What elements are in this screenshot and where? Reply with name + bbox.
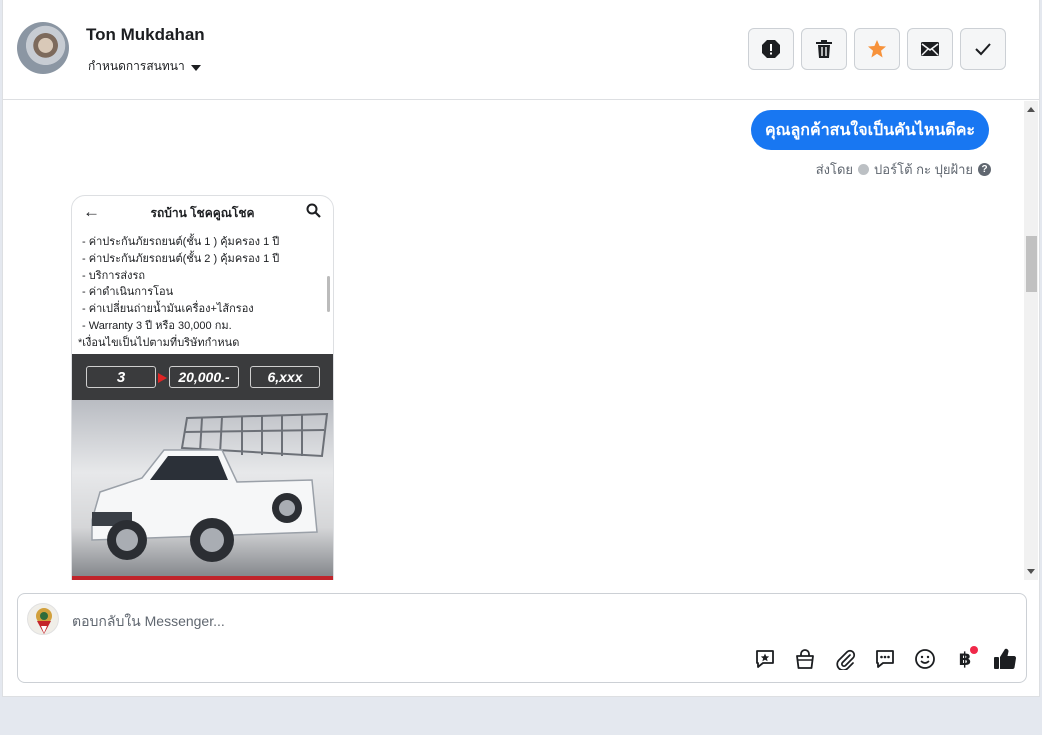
message-bubble[interactable]: คุณลูกค้าสนใจเป็นคันไหนดีคะ (750, 110, 989, 150)
arrow-right-icon (158, 373, 167, 383)
card-scrollbar (327, 276, 330, 312)
paperclip-icon (836, 649, 856, 670)
scroll-up-icon[interactable] (1027, 107, 1035, 112)
search-icon (306, 203, 321, 218)
message-thread[interactable]: คุณลูกค้าสนใจเป็นคันไหนดีคะ ส่งโดย ปอร์โ… (3, 101, 1025, 580)
attach-button[interactable] (832, 646, 858, 672)
card-benefit-list: - ค่าประกันภัยรถยนต์(ชั้น 1 ) คุ้มครอง 1… (78, 234, 280, 352)
conversation-panel: Ton Mukdahan กำหนดการสนทนา คุณลูกค้าสนใจ… (2, 0, 1040, 697)
shopping-bag-icon (796, 649, 814, 669)
shared-image-card[interactable]: ← รถบ้าน โชคคูณโชค - ค่าประกันภัยรถยนต์(… (71, 195, 334, 580)
caret-down-icon (190, 64, 201, 71)
notification-dot (970, 646, 978, 654)
report-button[interactable] (748, 28, 794, 70)
smiley-icon (915, 649, 935, 669)
like-button[interactable] (992, 646, 1018, 672)
emoji-button[interactable] (912, 646, 938, 672)
delete-button[interactable] (801, 28, 847, 70)
alert-icon (762, 40, 780, 58)
card-header: ← รถบ้าน โชคคูณโชค (72, 196, 333, 226)
agent-icon (858, 164, 870, 175)
assign-label: กำหนดการสนทนา (88, 59, 185, 73)
conversation-header: Ton Mukdahan กำหนดการสนทนา (3, 0, 1039, 100)
reply-composer: ฿ (17, 593, 1027, 683)
card-title: รถบ้าน โชคคูณโชค (150, 206, 255, 220)
card-price-banner: 3 20,000.- 6,xxx (72, 354, 333, 400)
chip-installment: 6,xxx (250, 366, 320, 388)
sent-by-prefix: ส่งโดย (815, 162, 854, 177)
quick-reply-button[interactable] (872, 646, 898, 672)
card-item: - ค่าดำเนินการโอน (82, 286, 174, 299)
sent-by-info: ส่งโดย ปอร์โต้ กะ ปุยฝ้าย ? (816, 159, 991, 180)
pickup-truck-image (72, 412, 333, 580)
chip-months: 3 (86, 366, 156, 388)
page-logo-icon (36, 608, 52, 634)
card-item: - ค่าประกันภัยรถยนต์(ชั้น 1 ) คุ้มครอง 1… (82, 236, 280, 248)
shop-button[interactable] (792, 646, 818, 672)
help-icon[interactable]: ? (978, 163, 991, 176)
saved-reply-button[interactable] (752, 646, 778, 672)
payment-button[interactable]: ฿ (952, 646, 978, 672)
truck-photo (72, 400, 333, 580)
envelope-icon (921, 42, 939, 56)
header-actions (748, 28, 1006, 70)
trash-icon (816, 40, 832, 58)
check-icon (975, 43, 991, 56)
contact-avatar[interactable] (17, 22, 69, 74)
star-icon (868, 40, 886, 58)
page-avatar (27, 603, 59, 635)
card-item: - บริการส่งรถ (82, 269, 146, 282)
star-button[interactable] (854, 28, 900, 70)
composer-tools: ฿ (752, 646, 1018, 672)
scrollbar-thumb[interactable] (1026, 236, 1037, 292)
card-note: *เงื่อนไขเป็นไปตามที่บริษัทกำหนด (78, 336, 240, 349)
card-item: - ค่าประกันภัยรถยนต์(ชั้น 2 ) คุ้มครอง 1… (82, 252, 280, 265)
saved-reply-icon (756, 650, 774, 668)
card-item: - ค่าเปลี่ยนถ่ายน้ำมันเครื่อง+ไส้กรอง (82, 303, 254, 316)
chip-down-payment: 20,000.- (169, 366, 239, 388)
chat-bubble-icon (876, 650, 894, 668)
done-button[interactable] (960, 28, 1006, 70)
assign-conversation-dropdown[interactable]: กำหนดการสนทนา (88, 57, 201, 76)
contact-name[interactable]: Ton Mukdahan (86, 25, 205, 45)
sender-name: ปอร์โต้ กะ ปุยฝ้าย (874, 162, 973, 177)
card-item: - Warranty 3 ปี หรือ 30,000 กม. (82, 319, 232, 332)
thread-scrollbar[interactable] (1024, 101, 1038, 580)
mark-unread-button[interactable] (907, 28, 953, 70)
thumbs-up-icon (994, 648, 1017, 670)
reply-input[interactable] (72, 613, 672, 629)
scroll-down-icon[interactable] (1027, 569, 1035, 574)
